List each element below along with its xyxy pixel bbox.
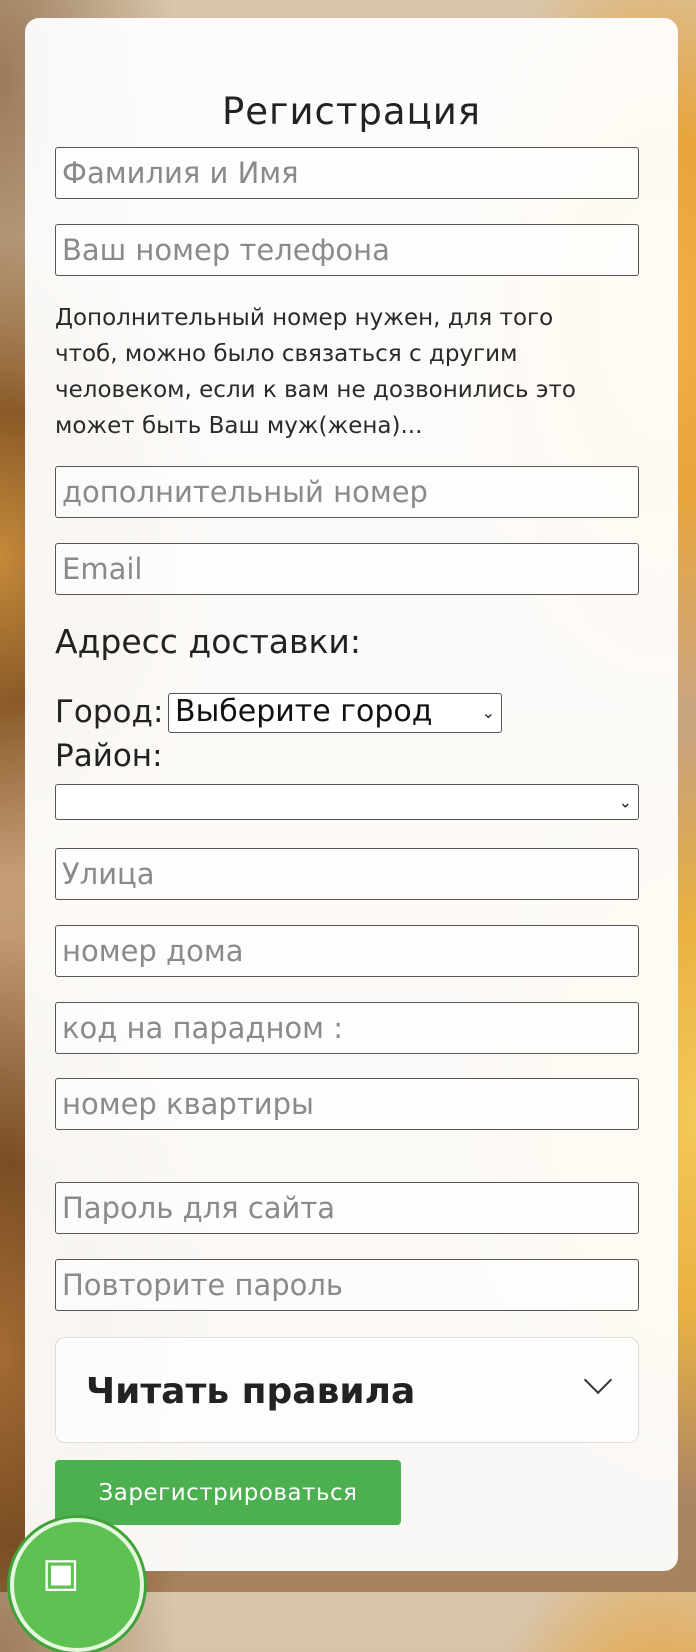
entrance-code-input[interactable] (55, 1002, 639, 1054)
house-number-input[interactable] (55, 925, 639, 977)
district-label: Район: (55, 738, 163, 774)
extra-phone-input[interactable] (55, 466, 639, 518)
registration-card: Регистрация Дополнительный номер нужен, … (25, 18, 678, 1571)
district-select[interactable]: ⌄ (55, 784, 639, 820)
cart-icon: ▣ (42, 1550, 80, 1596)
extra-phone-note: Дополнительный номер нужен, для того что… (55, 305, 576, 439)
city-select[interactable]: Выберите город ⌄ (168, 693, 502, 733)
register-button[interactable]: Зарегистрироваться (55, 1460, 401, 1525)
city-label: Город: (55, 694, 164, 730)
full-name-input[interactable] (55, 147, 639, 199)
password-repeat-input[interactable] (55, 1259, 639, 1311)
rules-label: Читать правила (86, 1371, 416, 1412)
cart-badge-button[interactable]: ▣ (10, 1518, 144, 1652)
chevron-down-icon: ⌄ (481, 703, 495, 722)
rules-accordion[interactable]: Читать правила (55, 1337, 639, 1443)
page-title: Регистрация (221, 90, 482, 133)
email-input[interactable] (55, 543, 639, 595)
password-input[interactable] (55, 1182, 639, 1234)
city-selected-value: Выберите город (175, 694, 433, 729)
phone-input[interactable] (55, 224, 639, 276)
street-input[interactable] (55, 848, 639, 900)
delivery-address-heading: Адресс доставки: (55, 622, 361, 661)
apartment-number-input[interactable] (55, 1078, 639, 1130)
chevron-down-icon: ⌄ (618, 792, 632, 812)
chevron-down-icon (583, 1365, 613, 1395)
